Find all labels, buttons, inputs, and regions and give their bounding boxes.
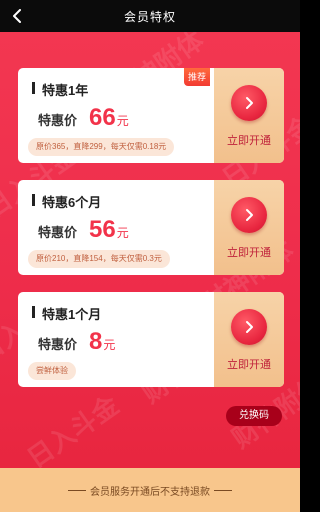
price-row: 特惠价 56 元 bbox=[38, 216, 129, 244]
redeem-code-button[interactable]: 兑换码 bbox=[226, 406, 282, 426]
price-label: 特惠价 bbox=[38, 113, 78, 128]
price-label: 特惠价 bbox=[38, 337, 78, 352]
price-row: 特惠价 8 元 bbox=[38, 328, 115, 356]
divider-line bbox=[214, 489, 232, 491]
price-note: 原价210，直降154，每天仅需0.3元 bbox=[28, 250, 170, 268]
buy-now-label[interactable]: 立即开通 bbox=[214, 244, 284, 260]
price-unit: 元 bbox=[116, 114, 129, 128]
chevron-right-icon[interactable] bbox=[231, 309, 267, 345]
buy-now-label[interactable]: 立即开通 bbox=[214, 356, 284, 372]
price-note: 尝鲜体验 bbox=[28, 362, 76, 380]
top-nav-bar: 会员特权 bbox=[0, 0, 300, 32]
refund-notice-text: 会员服务开通后不支持退款 bbox=[90, 486, 210, 498]
plan-card-6-months: 特惠6个月 特惠价 56 元 原价210，直降154，每天仅需0.3元 立即开通 bbox=[18, 180, 284, 275]
page-title: 会员特权 bbox=[123, 9, 176, 24]
buy-now-button[interactable]: 立即开通 bbox=[214, 292, 284, 387]
footer-notice: 会员服务开通后不支持退款 bbox=[0, 468, 300, 512]
price-value: 56 bbox=[89, 216, 116, 243]
chevron-right-icon[interactable] bbox=[231, 85, 267, 121]
price-row: 特惠价 66 元 bbox=[38, 104, 129, 132]
plan-card-1-month: 特惠1个月 特惠价 8 元 尝鲜体验 立即开通 bbox=[18, 292, 284, 387]
chevron-right-icon[interactable] bbox=[231, 197, 267, 233]
plan-name: 特惠6个月 bbox=[32, 192, 101, 211]
plan-info: 特惠6个月 特惠价 56 元 原价210，直降154，每天仅需0.3元 bbox=[18, 180, 214, 275]
buy-now-button[interactable]: 立即开通 bbox=[214, 68, 284, 163]
buy-now-button[interactable]: 立即开通 bbox=[214, 180, 284, 275]
watermark-text: 日入斗金 bbox=[21, 389, 125, 468]
plan-name: 特惠1年 bbox=[32, 80, 88, 99]
plan-card-1-year: 特惠1年 特惠价 66 元 原价365，直降299，每天仅需0.18元 推荐 立… bbox=[18, 68, 284, 163]
plan-name: 特惠1个月 bbox=[32, 304, 101, 323]
price-label: 特惠价 bbox=[38, 225, 78, 240]
price-value: 8 bbox=[89, 328, 103, 355]
recommend-badge: 推荐 bbox=[184, 68, 210, 86]
plan-info: 特惠1个月 特惠价 8 元 尝鲜体验 bbox=[18, 292, 214, 387]
price-value: 66 bbox=[89, 104, 116, 131]
back-chevron-icon[interactable] bbox=[8, 6, 28, 26]
price-unit: 元 bbox=[103, 338, 116, 352]
price-unit: 元 bbox=[116, 226, 129, 240]
buy-now-label[interactable]: 立即开通 bbox=[214, 132, 284, 148]
price-note: 原价365，直降299，每天仅需0.18元 bbox=[28, 138, 175, 156]
divider-line bbox=[68, 489, 86, 491]
membership-panel: 日入斗金 财神附体 日入斗金 财神附体 日入斗金 财神附体 日入斗金 财神附体 … bbox=[0, 32, 300, 468]
